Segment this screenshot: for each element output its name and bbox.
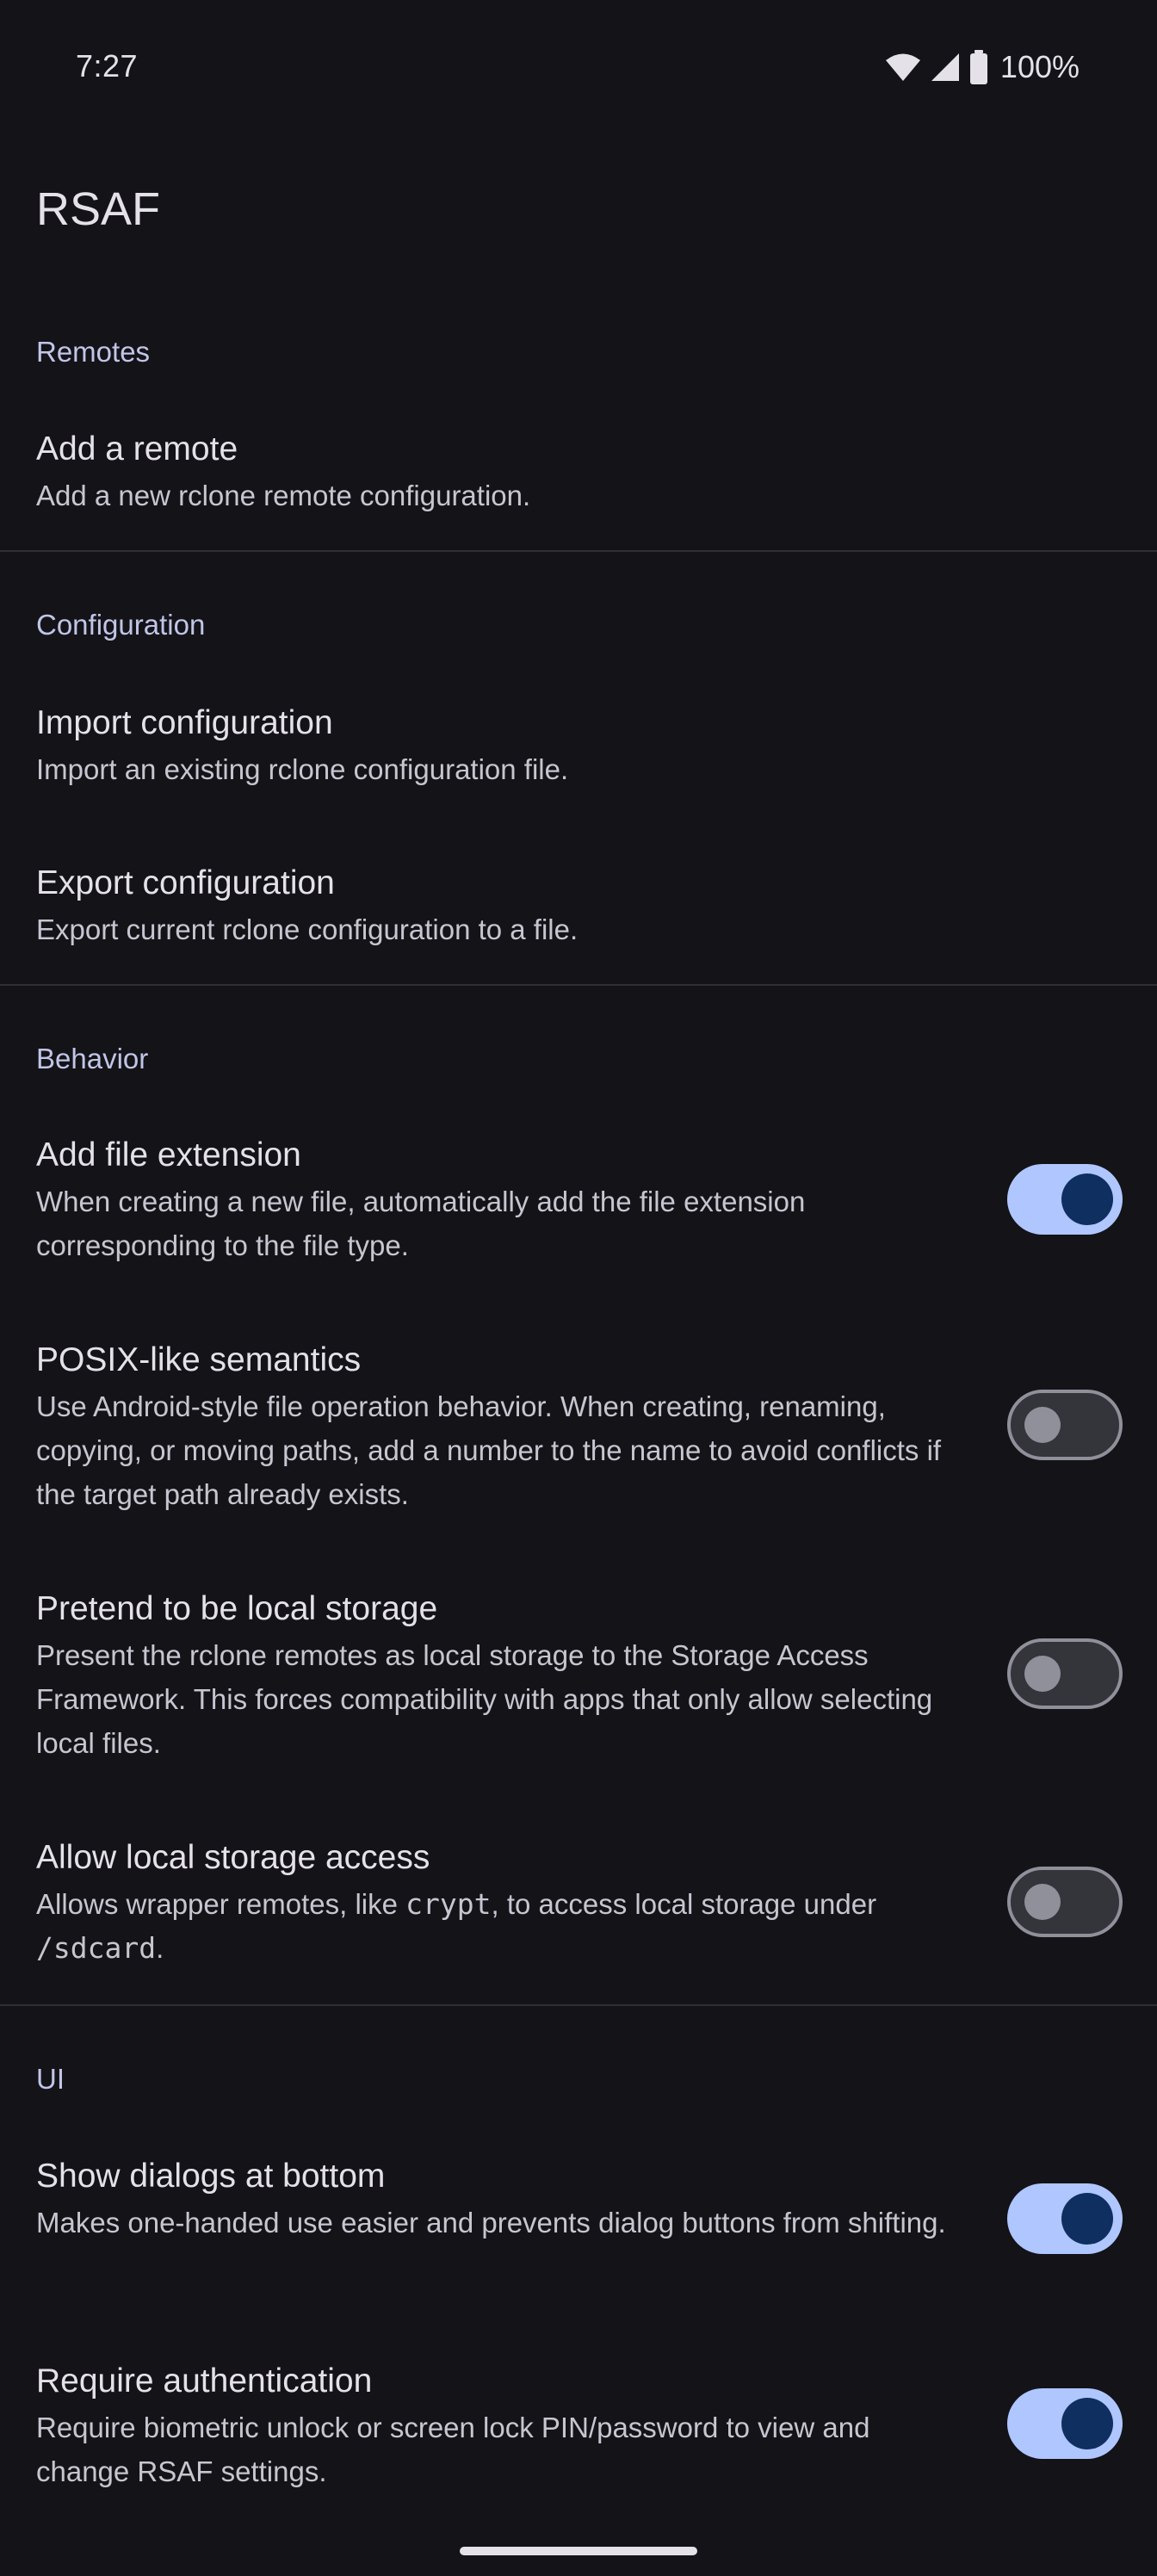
section-header-behavior: Behavior: [36, 1043, 149, 1074]
pref-summary: Allows wrapper remotes, like crypt, to a…: [36, 1882, 966, 1970]
pref-summary: Add a new rclone remote configuration.: [36, 480, 531, 511]
pref-summary: Makes one-handed use easier and prevents…: [36, 2207, 946, 2239]
pref-title: Add a remote: [36, 430, 238, 468]
pref-show-dialogs-bottom[interactable]: Show dialogs at bottom Makes one-handed …: [0, 2132, 1157, 2313]
pref-summary: Present the rclone remotes as local stor…: [36, 1639, 933, 1759]
pref-title: Export configuration: [36, 864, 335, 901]
section-header-configuration: Configuration: [36, 609, 206, 641]
pref-title: Import configuration: [36, 704, 333, 741]
toggle-thumb: [1024, 1407, 1061, 1443]
battery-icon: [969, 50, 988, 84]
pref-title: Show dialogs at bottom: [36, 2158, 386, 2195]
status-bar: 7:27 100%: [0, 0, 1157, 138]
summary-text: Allows wrapper remotes, like: [36, 1888, 406, 1920]
divider: [0, 984, 1157, 986]
pref-title: Add file extension: [36, 1136, 301, 1173]
require-authentication-toggle[interactable]: [1007, 2388, 1123, 2459]
add-file-extension-toggle[interactable]: [1007, 1164, 1123, 1235]
toggle-thumb: [1024, 1656, 1061, 1692]
page-title: RSAF: [36, 183, 161, 235]
pref-posix-semantics[interactable]: POSIX-like semantics Use Android-style f…: [0, 1316, 1157, 1541]
allow-local-storage-toggle[interactable]: [1007, 1867, 1123, 1937]
status-icons: 100%: [885, 48, 1080, 86]
pref-summary: Require biometric unlock or screen lock …: [36, 2412, 870, 2487]
pref-summary: Use Android-style file operation behavio…: [36, 1390, 942, 1510]
pref-summary: Import an existing rclone configuration …: [36, 753, 569, 785]
pretend-local-storage-toggle[interactable]: [1007, 1638, 1123, 1709]
toggle-thumb: [1061, 2398, 1113, 2449]
summary-text: , to access local storage under: [491, 1888, 877, 1920]
pref-require-authentication[interactable]: Require authentication Require biometric…: [0, 2337, 1157, 2517]
show-dialogs-bottom-toggle[interactable]: [1007, 2183, 1123, 2254]
toggle-thumb: [1061, 2193, 1113, 2245]
toggle-thumb: [1061, 1173, 1113, 1225]
code-crypt: crypt: [405, 1887, 492, 1921]
toggle-thumb: [1024, 1884, 1061, 1920]
pref-title: Require authentication: [36, 2362, 373, 2400]
pref-title: Pretend to be local storage: [36, 1590, 438, 1627]
pref-import-configuration[interactable]: Import configuration Import an existing …: [0, 678, 1157, 839]
pref-summary: When creating a new file, automatically …: [36, 1186, 806, 1261]
divider: [0, 2004, 1157, 2006]
posix-semantics-toggle[interactable]: [1007, 1390, 1123, 1460]
pref-export-configuration[interactable]: Export configuration Export current rclo…: [0, 839, 1157, 985]
pref-add-remote[interactable]: Add a remote Add a new rclone remote con…: [0, 405, 1157, 542]
gesture-nav-handle[interactable]: [460, 2547, 697, 2555]
battery-percentage: 100%: [999, 49, 1080, 84]
section-header-remotes: Remotes: [36, 336, 151, 368]
summary-text: .: [156, 1932, 164, 1964]
code-sdcard: /sdcard: [36, 1931, 157, 1965]
status-time: 7:27: [76, 48, 139, 84]
cell-signal-icon: [930, 53, 961, 82]
pref-title: Allow local storage access: [36, 1839, 430, 1876]
pref-add-file-extension[interactable]: Add file extension When creating a new f…: [0, 1111, 1157, 1291]
pref-allow-local-storage-access[interactable]: Allow local storage access Allows wrappe…: [0, 1813, 1157, 1994]
section-header-ui: UI: [36, 2063, 65, 2095]
pref-summary: Export current rclone configuration to a…: [36, 913, 578, 945]
pref-pretend-local-storage[interactable]: Pretend to be local storage Present the …: [0, 1564, 1157, 1790]
wifi-icon: [885, 53, 921, 82]
pref-title: POSIX-like semantics: [36, 1341, 362, 1378]
divider: [0, 550, 1157, 552]
